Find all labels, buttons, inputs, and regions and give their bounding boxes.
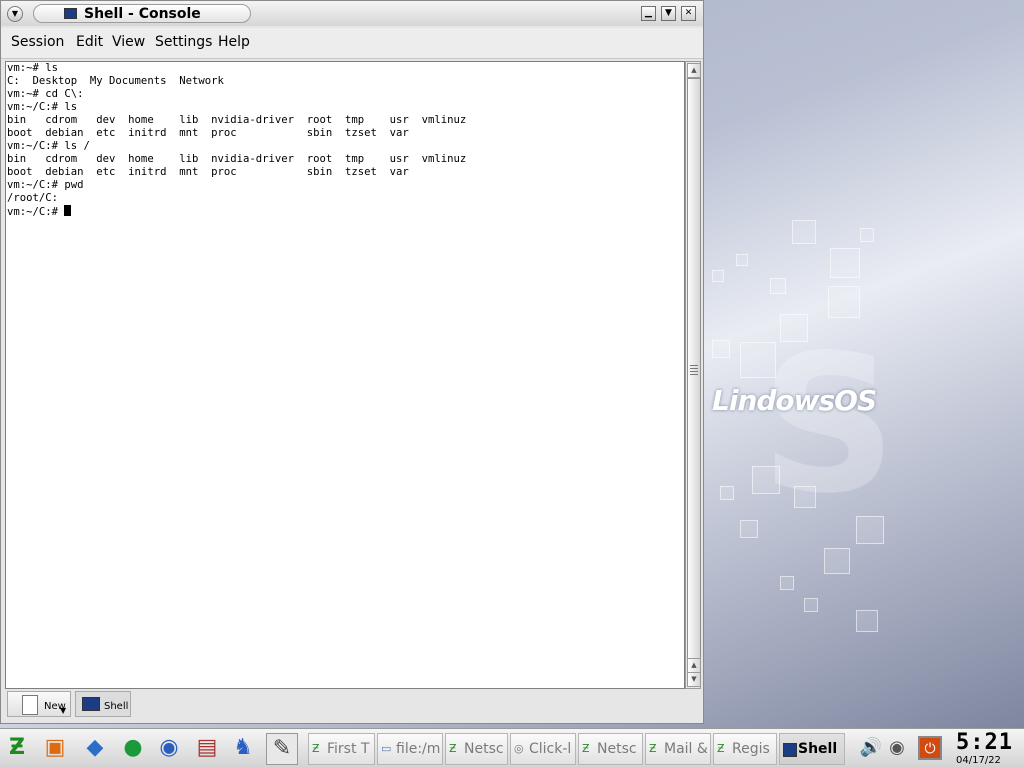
decor-square: [856, 610, 878, 632]
dropdown-arrow-icon[interactable]: ▼: [60, 706, 66, 715]
launch-icon[interactable]: ▣: [40, 733, 70, 763]
window-title: Shell - Console: [84, 6, 201, 22]
new-session-button[interactable]: New ▼: [7, 691, 71, 717]
taskbar-task-label: First T: [327, 741, 370, 757]
terminal-line: C: Desktop My Documents Network: [7, 75, 224, 87]
lindows-icon: Ƶ: [312, 742, 320, 755]
lindows-icon: Ƶ: [649, 742, 657, 755]
terminal-icon: [783, 743, 797, 757]
globe-icon: ◎: [514, 742, 524, 755]
runner-icon[interactable]: ●: [118, 733, 148, 763]
menu-settings[interactable]: Settings: [155, 34, 212, 50]
title-pill: Shell - Console: [33, 4, 251, 23]
cube-icon[interactable]: ◆: [80, 733, 110, 763]
decor-square: [740, 520, 758, 538]
taskbar-task[interactable]: Ƶ First T: [308, 733, 375, 765]
close-button[interactable]: ✕: [681, 6, 696, 21]
minimize-button[interactable]: ▁: [641, 6, 656, 21]
lindows-icon: Ƶ: [449, 742, 457, 755]
folder-icon: ▭: [381, 742, 392, 755]
taskbar-task-active[interactable]: Shell: [779, 733, 845, 765]
os-watermark: S: [760, 314, 897, 535]
terminal-icon: [64, 8, 77, 19]
scroll-up-arrow-icon[interactable]: ▲: [687, 63, 701, 78]
lindows-icon: Ƶ: [582, 742, 590, 755]
scroll-down-arrow-icon[interactable]: ▼: [687, 672, 701, 687]
taskbar-task[interactable]: Ƶ Netsc: [445, 733, 508, 765]
lindows-icon: Ƶ: [717, 742, 725, 755]
decor-square: [770, 278, 786, 294]
maximize-button[interactable]: ▼: [661, 6, 676, 21]
taskbar-task-label: Click-l: [529, 741, 572, 757]
terminal-line: bin cdrom dev home lib nvidia-driver roo…: [7, 153, 467, 165]
menu-session[interactable]: Session: [11, 34, 64, 50]
terminal-line: /root/C:: [7, 192, 59, 204]
terminal-line: boot debian etc initrd mnt proc sbin tzs…: [7, 127, 409, 139]
decor-square: [712, 270, 724, 282]
person-icon[interactable]: ♞: [228, 733, 258, 763]
scrollbar-thumb[interactable]: [687, 78, 701, 660]
taskbar-task[interactable]: ◎ Click-l: [510, 733, 576, 765]
clock[interactable]: 5:21 04/17/22: [952, 730, 1013, 767]
terminal-line: vm:~/C:# ls: [7, 101, 78, 113]
terminal-line: vm:~/C:# pwd: [7, 179, 84, 191]
terminal-line: vm:~# cd C\:: [7, 88, 84, 100]
taskbar-task-label: Mail &: [664, 741, 708, 757]
lindows-start-icon[interactable]: Ƶ: [2, 733, 32, 763]
decor-square: [824, 548, 850, 574]
taskbar-task-label: Netsc: [464, 741, 504, 757]
decor-square: [792, 220, 816, 244]
terminal-line: boot debian etc initrd mnt proc sbin tzs…: [7, 166, 409, 178]
taskbar-task-label: Regis: [732, 741, 770, 757]
text-cursor: [64, 205, 72, 216]
menu-bar: Session Edit View Settings Help: [1, 28, 703, 59]
decor-square: [780, 576, 794, 590]
terminal-prompt: vm:~/C:#: [7, 206, 65, 218]
terminal-icon: [82, 697, 100, 711]
taskbar-task[interactable]: Ƶ Netsc: [578, 733, 643, 765]
terminal-line: vm:~# ls: [7, 62, 59, 74]
decor-square: [804, 598, 818, 612]
menu-view[interactable]: View: [112, 34, 145, 50]
printer-icon[interactable]: ▤: [192, 733, 222, 763]
window-menu-button[interactable]: ▼: [7, 6, 23, 22]
taskbar: Ƶ ▣ ◆ ● ◉ ▤ ♞ ✎ Ƶ First T ▭ file:/m Ƶ Ne…: [0, 728, 1024, 768]
new-document-icon: [22, 695, 38, 715]
desktop-icon[interactable]: ✎: [266, 733, 298, 765]
lindows-logo: LindowsOS: [712, 384, 877, 417]
taskbar-task[interactable]: Ƶ Mail &: [645, 733, 711, 765]
vertical-scrollbar[interactable]: ▲ ▲ ▼: [685, 61, 701, 689]
terminal-line: vm:~/C:# ls /: [7, 140, 90, 152]
tab-shell-label: Shell: [104, 701, 129, 712]
scroll-up-arrow-icon[interactable]: ▲: [687, 658, 701, 673]
session-tab-bar: New ▼ Shell: [5, 691, 701, 721]
taskbar-task[interactable]: ▭ file:/m: [377, 733, 443, 765]
terminal-line: bin cdrom dev home lib nvidia-driver roo…: [7, 114, 467, 126]
decor-square: [712, 340, 730, 358]
globe-icon[interactable]: ◉: [154, 733, 184, 763]
decor-square: [720, 486, 734, 500]
taskbar-task-label: Shell: [798, 741, 838, 757]
taskbar-task[interactable]: Ƶ Regis: [713, 733, 777, 765]
taskbar-task-label: file:/m: [396, 741, 441, 757]
user-icon[interactable]: ◉: [882, 733, 912, 763]
clock-date: 04/17/22: [956, 755, 1001, 766]
clock-time: 5:21: [956, 730, 1013, 755]
grip-icon: [690, 365, 698, 375]
title-bar[interactable]: ▼ Shell - Console ▁ ▼ ✕: [1, 1, 703, 26]
terminal-output: vm:~# ls C: Desktop My Documents Network…: [7, 62, 466, 219]
taskbar-task-label: Netsc: [597, 741, 637, 757]
decor-square: [736, 254, 748, 266]
decor-square: [860, 228, 874, 242]
console-window: ▼ Shell - Console ▁ ▼ ✕ Session Edit Vie…: [0, 0, 704, 724]
decor-square: [830, 248, 860, 278]
tab-shell[interactable]: Shell: [75, 691, 131, 717]
menu-edit[interactable]: Edit: [76, 34, 103, 50]
terminal-area[interactable]: vm:~# ls C: Desktop My Documents Network…: [5, 61, 685, 689]
power-icon[interactable]: ⏻: [918, 736, 942, 760]
menu-help[interactable]: Help: [218, 34, 250, 50]
